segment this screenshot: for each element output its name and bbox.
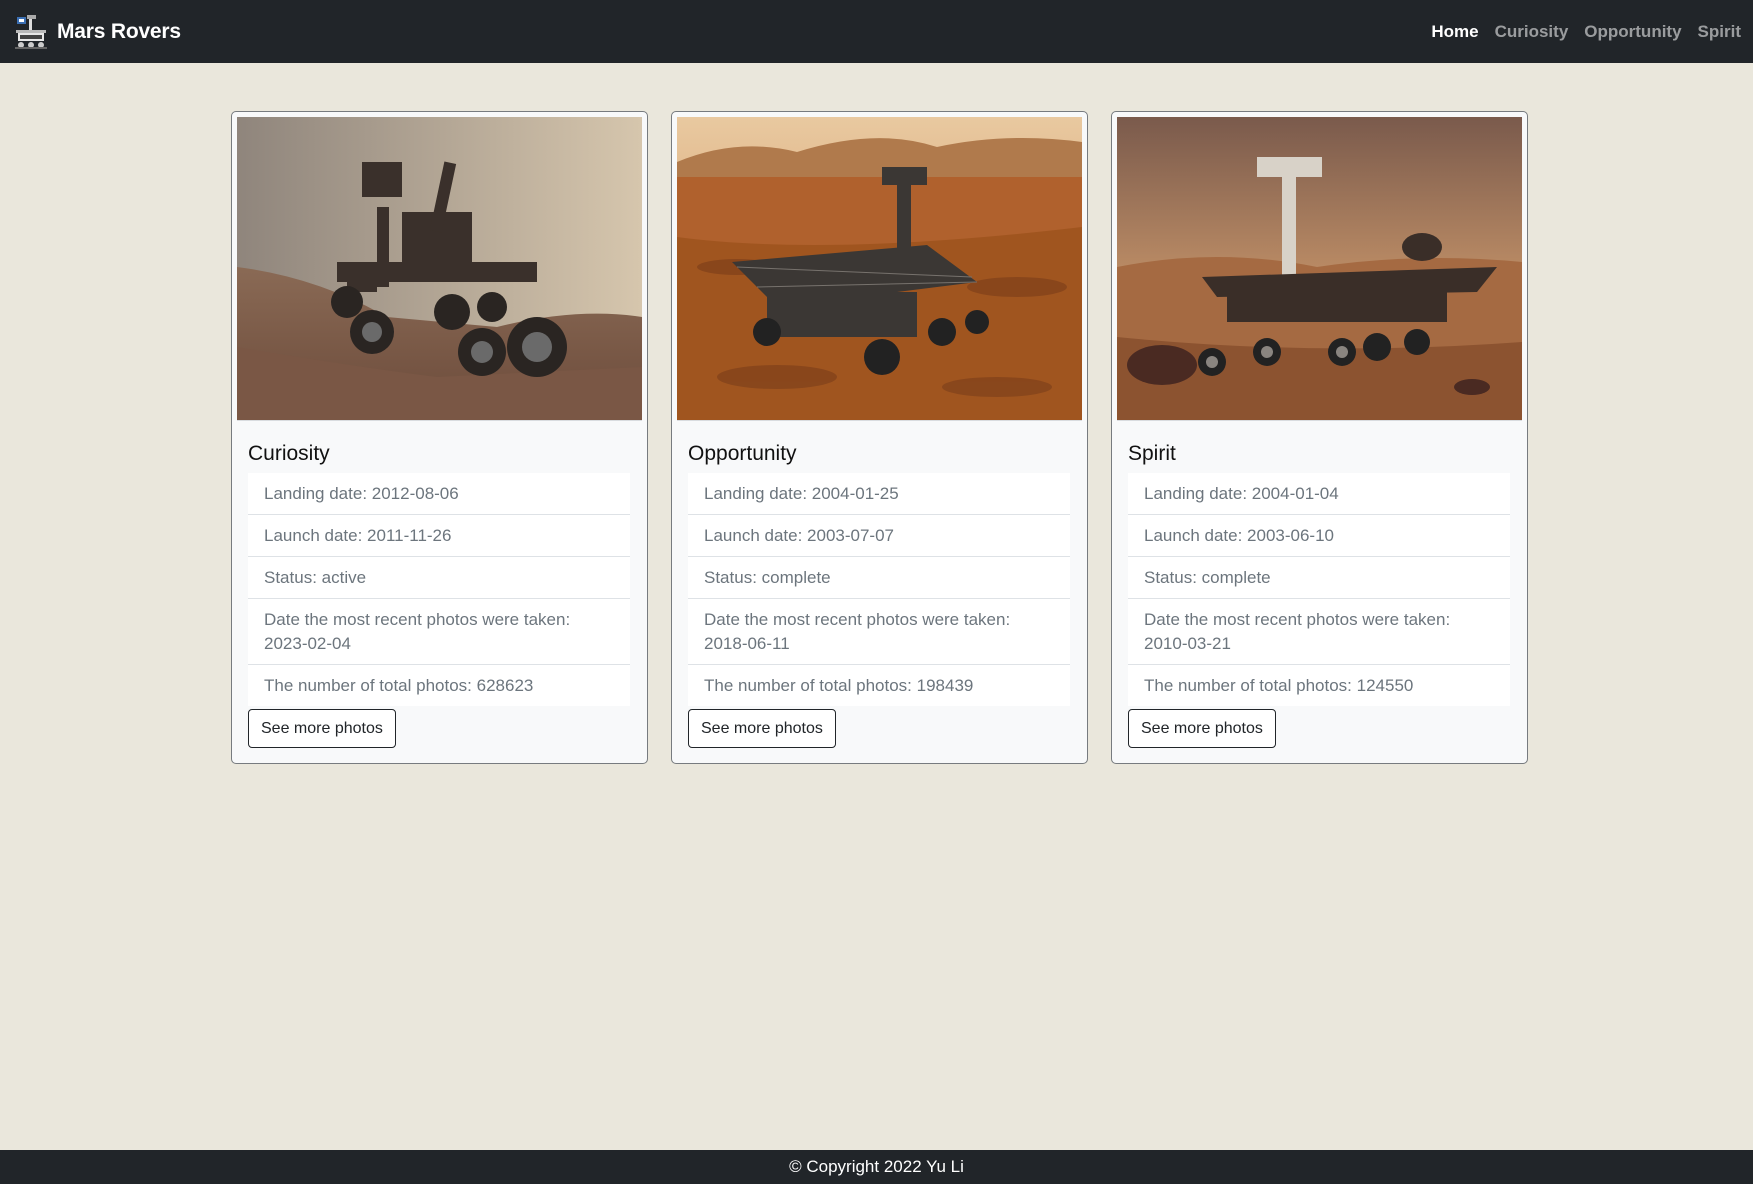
see-more-photos-button[interactable]: See more photos (688, 709, 836, 748)
rover-card-curiosity: Curiosity Landing date: 2012-08-06 Launc… (231, 111, 648, 764)
footer: © Copyright 2022 Yu Li (0, 1150, 1753, 1184)
rover-logo-icon (15, 14, 47, 49)
rover-card-spirit: Spirit Landing date: 2004-01-04 Launch d… (1111, 111, 1528, 764)
info-list: Landing date: 2004-01-25 Launch date: 20… (688, 473, 1070, 706)
nav-link-spirit[interactable]: Spirit (1698, 22, 1741, 42)
opportunity-rover-photo (677, 117, 1082, 421)
nav-link-home[interactable]: Home (1431, 22, 1478, 42)
copyright-text: © Copyright 2022 Yu Li (789, 1157, 964, 1176)
nav-links: Home Curiosity Opportunity Spirit (1415, 0, 1741, 63)
nav-link-curiosity[interactable]: Curiosity (1495, 22, 1569, 42)
status: Status: complete (688, 557, 1070, 599)
see-more-photos-button[interactable]: See more photos (248, 709, 396, 748)
info-list: Landing date: 2004-01-04 Launch date: 20… (1128, 473, 1510, 706)
see-more-photos-button[interactable]: See more photos (1128, 709, 1276, 748)
recent-photos-date: Date the most recent photos were taken: … (248, 599, 630, 665)
info-list: Landing date: 2012-08-06 Launch date: 20… (248, 473, 630, 706)
total-photos: The number of total photos: 124550 (1128, 665, 1510, 706)
brand-title: Mars Rovers (57, 19, 181, 43)
nav-link-opportunity[interactable]: Opportunity (1584, 22, 1681, 42)
card-title: Opportunity (688, 442, 797, 465)
launch-date: Launch date: 2003-06-10 (1128, 515, 1510, 557)
total-photos: The number of total photos: 628623 (248, 665, 630, 706)
launch-date: Launch date: 2003-07-07 (688, 515, 1070, 557)
status: Status: complete (1128, 557, 1510, 599)
total-photos: The number of total photos: 198439 (688, 665, 1070, 706)
landing-date: Landing date: 2004-01-04 (1128, 473, 1510, 515)
curiosity-rover-photo (237, 117, 642, 421)
navbar: Mars Rovers Home Curiosity Opportunity S… (0, 0, 1753, 63)
status: Status: active (248, 557, 630, 599)
landing-date: Landing date: 2012-08-06 (248, 473, 630, 515)
recent-photos-date: Date the most recent photos were taken: … (1128, 599, 1510, 665)
rover-card-opportunity: Opportunity Landing date: 2004-01-25 Lau… (671, 111, 1088, 764)
recent-photos-date: Date the most recent photos were taken: … (688, 599, 1070, 665)
landing-date: Landing date: 2004-01-25 (688, 473, 1070, 515)
spirit-rover-photo (1117, 117, 1522, 421)
launch-date: Launch date: 2011-11-26 (248, 515, 630, 557)
card-title: Spirit (1128, 442, 1176, 465)
brand-link[interactable]: Mars Rovers (14, 0, 181, 63)
card-title: Curiosity (248, 442, 330, 465)
